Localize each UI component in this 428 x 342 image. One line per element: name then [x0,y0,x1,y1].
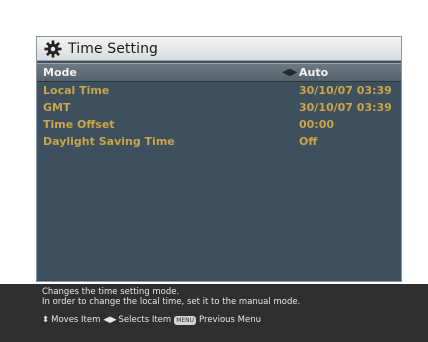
setting-row-mode[interactable]: Mode ◀▶ Auto [37,63,401,82]
page-title: Time Setting [68,40,159,57]
help-text-line-1: Changes the time setting mode. [42,287,180,297]
key-hints: ⬍ Moves Item ◀▶ Selects Item MENU Previo… [42,315,261,325]
up-down-arrow-icon: ⬍ [42,315,50,325]
hint-move: Moves Item [51,315,101,325]
setting-value: 30/10/07 03:39 [299,84,392,97]
hint-previous: Previous Menu [199,315,262,325]
title-bar: Time Setting [37,37,401,61]
setting-row-daylight-saving[interactable]: Daylight Saving Time Off [37,133,401,150]
setting-label: Mode [43,66,77,79]
setting-value: Off [299,135,318,148]
setting-value: 00:00 [299,118,335,131]
left-right-arrow-icon: ◀▶ [103,315,117,325]
settings-list: Mode ◀▶ Auto Local Time 30/10/07 03:39 G… [37,63,401,150]
gear-icon [43,39,63,59]
setting-value[interactable]: Auto [299,64,328,81]
left-right-arrow-icon: ◀▶ [282,67,298,78]
setting-row-gmt[interactable]: GMT 30/10/07 03:39 [37,99,401,116]
help-text-line-2: In order to change the local time, set i… [42,297,301,307]
setting-label: Daylight Saving Time [43,135,175,148]
setting-label: GMT [43,101,71,114]
hint-select: Selects Item [118,315,172,325]
setting-row-time-offset[interactable]: Time Offset 00:00 [37,116,401,133]
help-footer: Changes the time setting mode. In order … [0,284,428,342]
menu-key-icon: MENU [174,315,197,325]
time-setting-panel: Time Setting Mode ◀▶ Auto Local Time 30/… [36,36,402,282]
setting-value: 30/10/07 03:39 [299,101,392,114]
setting-row-local-time[interactable]: Local Time 30/10/07 03:39 [37,82,401,99]
setting-label: Time Offset [43,118,115,131]
setting-label: Local Time [43,84,110,97]
